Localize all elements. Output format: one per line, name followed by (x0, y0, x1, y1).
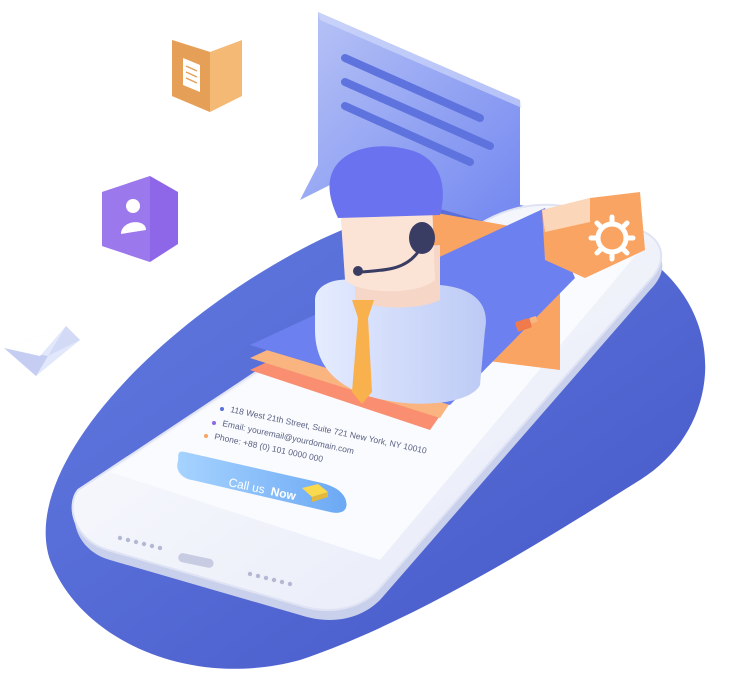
gear-icon (588, 214, 636, 262)
contact-illustration: 118 West 21th Street, Suite 721 New York… (4, 12, 706, 669)
document-card (172, 40, 242, 112)
address-bullet (220, 407, 224, 411)
email-bullet (212, 421, 216, 425)
envelope-icon (4, 326, 80, 376)
phone-bullet (204, 434, 208, 438)
user-badge (102, 176, 178, 262)
